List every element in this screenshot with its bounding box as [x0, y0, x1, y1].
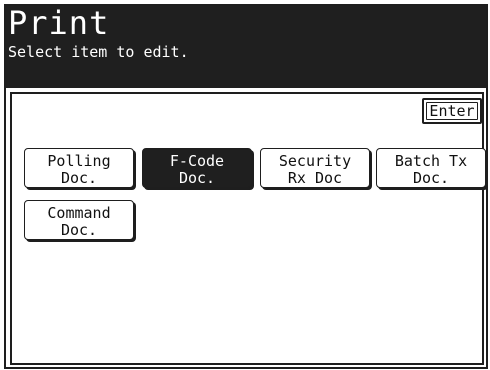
page-subtitle: Select item to edit.	[8, 43, 189, 61]
polling-doc-button[interactable]: Polling Doc.	[24, 148, 134, 188]
batch-tx-doc-button[interactable]: Batch Tx Doc.	[376, 148, 486, 188]
button-label-line1: Security	[278, 151, 352, 170]
button-label-line2: Doc.	[60, 220, 98, 239]
content-panel: Enter Polling Doc. F-Code Doc. Security …	[10, 92, 486, 365]
print-screen: Print Select item to edit. Enter Polling…	[4, 4, 488, 369]
security-rx-doc-button[interactable]: Security Rx Doc	[260, 148, 370, 188]
button-label-line1: F-Code	[169, 151, 225, 170]
button-label-line1: Command	[47, 203, 111, 222]
button-label-line1: Polling	[47, 151, 111, 170]
button-label-line2: Doc.	[60, 168, 98, 187]
button-label-line1: Batch Tx	[394, 151, 468, 170]
f-code-doc-button[interactable]: F-Code Doc.	[142, 148, 252, 188]
page-title: Print	[8, 4, 110, 42]
header-bar: Print Select item to edit.	[6, 6, 486, 88]
button-label-line2: Doc.	[178, 168, 216, 187]
button-label-line2: Doc.	[412, 168, 450, 187]
enter-button[interactable]: Enter	[422, 98, 482, 124]
command-doc-button[interactable]: Command Doc.	[24, 200, 134, 240]
button-label-line2: Rx Doc	[287, 168, 343, 187]
